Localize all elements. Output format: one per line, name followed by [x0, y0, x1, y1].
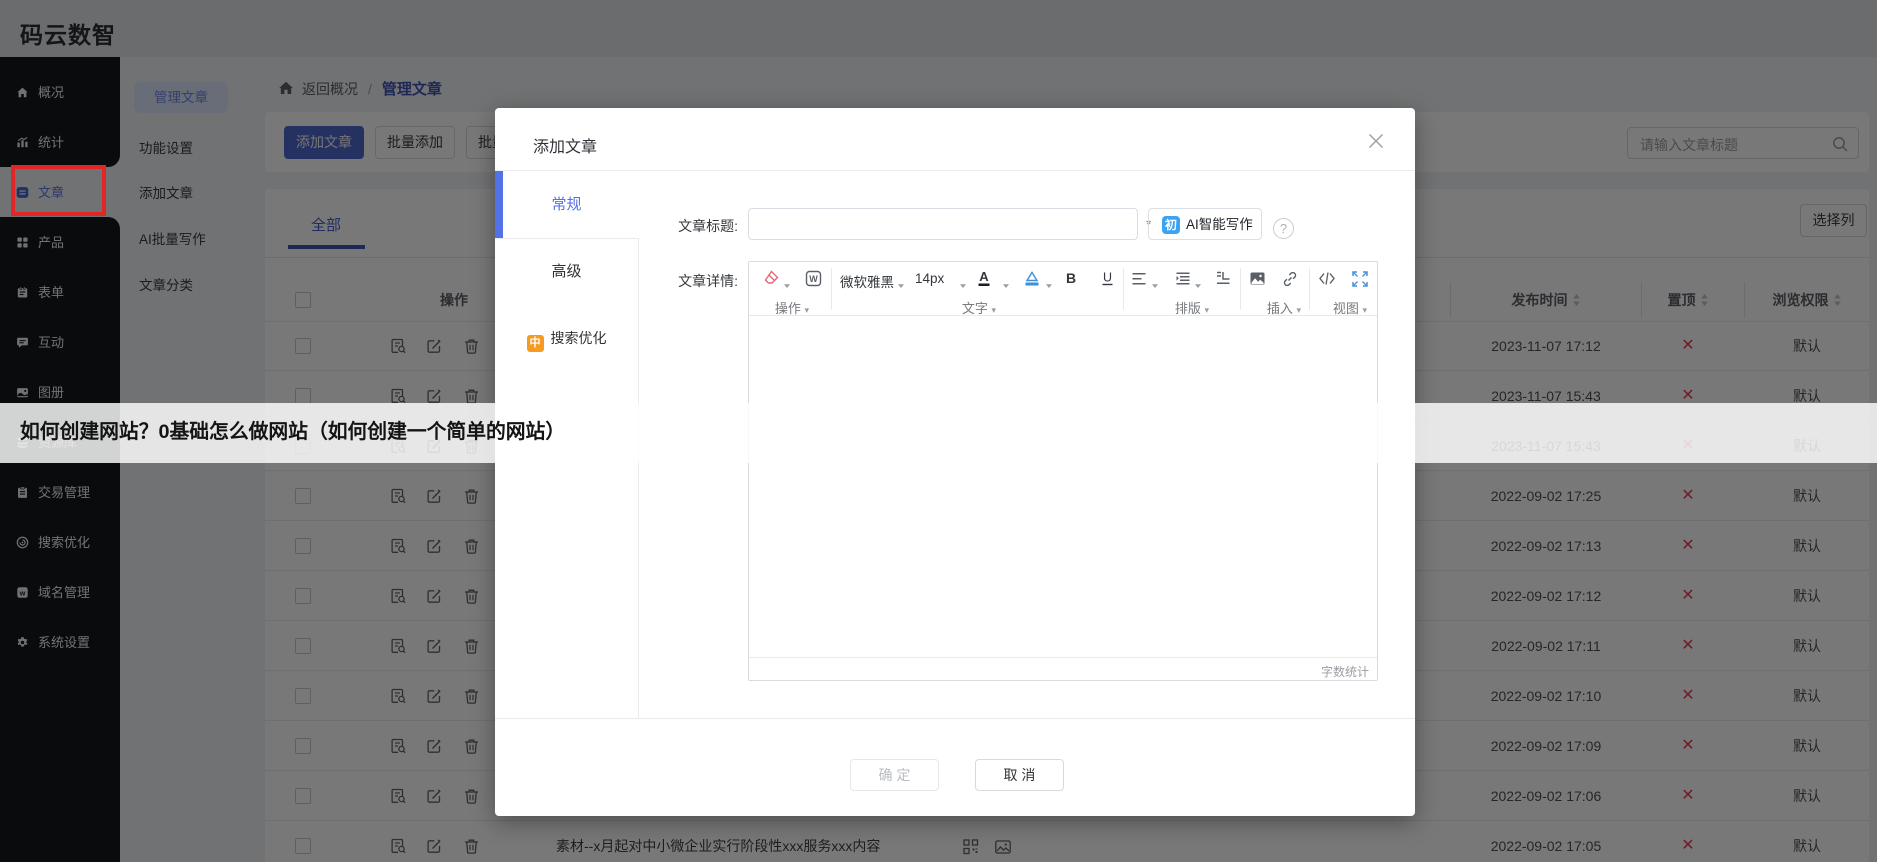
svg-text:U: U	[1103, 271, 1112, 285]
svg-text:A: A	[979, 270, 989, 284]
svg-text:W: W	[809, 274, 818, 284]
svg-text:B: B	[1066, 270, 1076, 286]
